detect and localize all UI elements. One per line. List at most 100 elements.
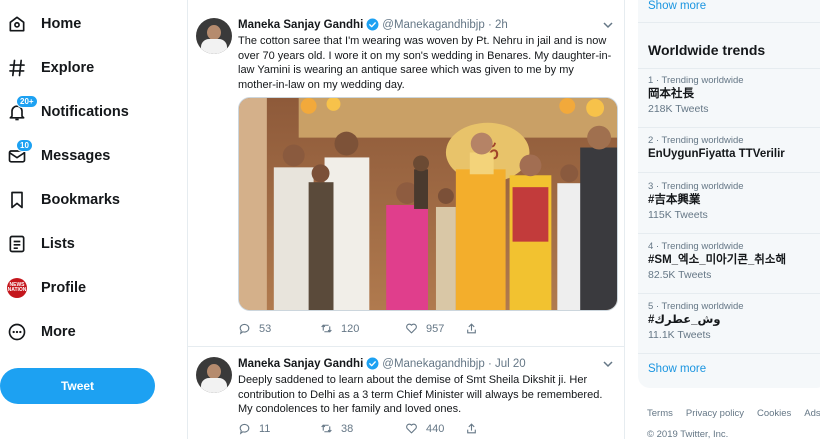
retweet-count: 120 xyxy=(341,322,360,335)
trend-name: 岡本社長 xyxy=(648,88,694,100)
home-icon xyxy=(6,13,28,35)
notifications-badge: 20+ xyxy=(16,95,38,108)
avatar[interactable] xyxy=(196,18,232,54)
tweet-actions: 53 120 957 xyxy=(238,322,558,335)
avatar[interactable] xyxy=(196,357,232,393)
retweet-button[interactable]: 120 xyxy=(320,322,405,335)
trend-count: 218K Tweets xyxy=(648,103,709,115)
like-button[interactable]: 440 xyxy=(405,422,465,435)
nav-label: More xyxy=(41,324,76,340)
retweet-count: 38 xyxy=(341,422,354,435)
footer-links: Terms Privacy policy Cookies Ads info xyxy=(647,408,820,419)
author-handle[interactable]: @Manekagandhibjp xyxy=(382,358,484,370)
trend-name: #SM_엑소_미아기콘_취소해 xyxy=(648,254,787,266)
copyright: © 2019 Twitter, Inc. xyxy=(647,429,729,439)
like-button[interactable]: 957 xyxy=(405,322,465,335)
tweet-photo[interactable]: ॐ xyxy=(238,97,618,311)
reply-icon xyxy=(239,323,250,335)
more-dots-icon xyxy=(6,321,28,343)
bell-icon: 20+ xyxy=(6,95,38,123)
reply-icon xyxy=(239,423,250,435)
trend-name: #وش_عطرك xyxy=(648,314,721,326)
author-handle[interactable]: @Manekagandhibjp xyxy=(382,19,484,31)
retweet-icon xyxy=(321,324,332,333)
divider xyxy=(638,233,820,234)
share-icon xyxy=(467,323,476,334)
nav-item-more[interactable]: More xyxy=(0,312,180,352)
nav-label: Explore xyxy=(41,60,95,76)
footer-link-ads-info[interactable]: Ads info xyxy=(804,408,820,419)
footer-link-cookies[interactable]: Cookies xyxy=(757,408,791,419)
right-sidebar: Show more Worldwide trends 1 · Trending … xyxy=(638,0,820,439)
verified-badge-icon xyxy=(366,18,379,31)
list-icon xyxy=(6,233,28,255)
trend-count: 82.5K Tweets xyxy=(648,269,712,281)
author-name[interactable]: Maneka Sanjay Gandhi xyxy=(238,19,363,31)
share-button[interactable] xyxy=(465,422,486,435)
divider xyxy=(638,293,820,294)
nav-item-notifications[interactable]: 20+ Notifications xyxy=(0,92,180,132)
timeline: Maneka Sanjay Gandhi @Manekagandhibjp · … xyxy=(187,0,625,439)
nav-label: Bookmarks xyxy=(41,192,120,208)
tweet-text: The cotton saree that I'm wearing was wo… xyxy=(238,35,612,91)
tweet-actions: 11 38 440 xyxy=(238,422,558,435)
heart-icon xyxy=(406,423,417,434)
verified-badge-icon xyxy=(366,357,379,370)
nav-item-messages[interactable]: 10 Messages xyxy=(0,136,180,176)
nav-item-profile[interactable]: NEWS NATION Profile xyxy=(0,268,180,308)
chevron-down-icon[interactable] xyxy=(603,359,613,369)
footer-link-terms[interactable]: Terms xyxy=(647,408,673,419)
tweet[interactable]: Maneka Sanjay Gandhi @Manekagandhibjp · … xyxy=(188,0,625,347)
like-count: 957 xyxy=(426,322,445,335)
retweet-button[interactable]: 38 xyxy=(320,422,405,435)
trend-item[interactable]: 3 · Trending worldwide #吉本興業 115K Tweets xyxy=(648,181,820,222)
trend-item[interactable]: 4 · Trending worldwide #SM_엑소_미아기콘_취소해 8… xyxy=(648,241,820,282)
trend-count: 11.1K Tweets xyxy=(648,329,711,341)
divider xyxy=(638,22,820,23)
trend-meta: 5 · Trending worldwide xyxy=(648,301,744,312)
footer-link-privacy[interactable]: Privacy policy xyxy=(686,408,744,419)
tweet-timestamp[interactable]: · 2h xyxy=(488,19,508,31)
show-more-link[interactable]: Show more xyxy=(648,363,706,375)
trend-meta: 1 · Trending worldwide xyxy=(648,75,744,86)
divider xyxy=(638,172,820,173)
trend-count: 115K Tweets xyxy=(648,209,708,221)
profile-avatar-text: NEWS NATION xyxy=(7,278,27,298)
nav-label: Home xyxy=(41,16,82,32)
nav-item-bookmarks[interactable]: Bookmarks xyxy=(0,180,180,220)
trend-meta: 2 · Trending worldwide xyxy=(648,135,744,146)
divider xyxy=(638,353,820,354)
nav-item-explore[interactable]: Explore xyxy=(0,48,180,88)
nav-item-lists[interactable]: Lists xyxy=(0,224,180,264)
nav-label: Notifications xyxy=(41,104,129,120)
bookmark-icon xyxy=(6,189,28,211)
nav-label: Messages xyxy=(41,148,111,164)
trend-name: EnUygunFiyatta TTVerilir xyxy=(648,148,785,160)
hashtag-icon xyxy=(6,57,28,79)
trend-item[interactable]: 1 · Trending worldwide 岡本社長 218K Tweets xyxy=(648,75,820,116)
trend-item[interactable]: 2 · Trending worldwide EnUygunFiyatta TT… xyxy=(648,135,820,162)
primary-nav: Home Explore 20+ Notifications 10 Messag… xyxy=(0,0,188,439)
share-icon xyxy=(467,423,476,434)
chevron-down-icon[interactable] xyxy=(603,20,613,30)
tweet[interactable]: Maneka Sanjay Gandhi @Manekagandhibjp · … xyxy=(188,347,625,439)
reply-button[interactable]: 11 xyxy=(238,422,320,435)
author-name[interactable]: Maneka Sanjay Gandhi xyxy=(238,358,363,370)
nav-item-home[interactable]: Home xyxy=(0,4,180,44)
trend-meta: 4 · Trending worldwide xyxy=(648,241,744,252)
tweet-button[interactable]: Tweet xyxy=(0,368,155,404)
reply-count: 53 xyxy=(259,322,272,335)
divider xyxy=(638,68,820,69)
reply-count: 11 xyxy=(259,422,271,435)
reply-button[interactable]: 53 xyxy=(238,322,320,335)
show-more-link[interactable]: Show more xyxy=(648,0,706,12)
trends-title: Worldwide trends xyxy=(648,42,766,58)
tweet-header: Maneka Sanjay Gandhi @Manekagandhibjp · … xyxy=(238,18,508,31)
trend-item[interactable]: 5 · Trending worldwide #وش_عطرك 11.1K Tw… xyxy=(648,301,820,342)
share-button[interactable] xyxy=(465,322,486,335)
messages-badge: 10 xyxy=(16,139,33,152)
profile-avatar-icon: NEWS NATION xyxy=(6,277,28,299)
retweet-icon xyxy=(321,424,332,433)
trend-meta: 3 · Trending worldwide xyxy=(648,181,744,192)
tweet-timestamp[interactable]: · Jul 20 xyxy=(488,358,526,370)
